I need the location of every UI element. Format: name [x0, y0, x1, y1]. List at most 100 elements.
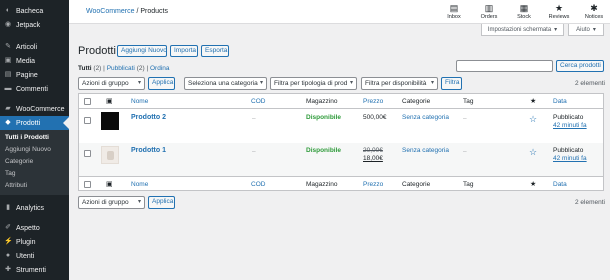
sidebar-item-jetpack[interactable]: ◉ Jetpack	[0, 18, 69, 32]
view-all-link[interactable]: Tutti	[78, 65, 92, 72]
breadcrumb-woocommerce-link[interactable]: WooCommerce	[86, 8, 135, 15]
sidebar-item-commenti[interactable]: ▬ Commenti	[0, 82, 69, 96]
sidebar-item-prodotti[interactable]: ◆ Prodotti	[0, 116, 69, 130]
chevron-down-icon: ▾	[349, 80, 353, 86]
products-icon: ◆	[5, 119, 11, 126]
stock-button[interactable]: ▦ Stock	[512, 3, 536, 20]
product-sku: –	[252, 115, 256, 122]
inbox-icon: ▤	[449, 3, 459, 13]
status-views: Tutti (2) | Pubblicati (2) | Ordina	[78, 65, 169, 72]
submenu-tags[interactable]: Tag	[0, 168, 69, 180]
sidebar-item-aspetto[interactable]: ✐ Aspetto	[0, 221, 69, 235]
dashboard-icon: ◐	[5, 7, 11, 14]
inbox-button[interactable]: ▤ Inbox	[442, 3, 466, 20]
screen-options-button[interactable]: Impostazioni schermata ▾	[481, 24, 564, 36]
sidebar-item-bacheca[interactable]: ◐ Bacheca	[0, 4, 69, 18]
product-thumbnail[interactable]	[101, 112, 119, 130]
notices-button[interactable]: ✱ Notices	[582, 3, 606, 20]
column-date[interactable]: Data	[553, 181, 567, 188]
product-regular-price: 20,00€	[363, 147, 383, 154]
sidebar-item-media[interactable]: ▣ Media	[0, 54, 69, 68]
jetpack-icon: ◉	[4, 21, 12, 28]
apply-bulk-button-bottom[interactable]: Applica	[148, 196, 175, 209]
chevron-down-icon: ▾	[259, 80, 263, 86]
featured-star-icon[interactable]: ☆	[529, 147, 537, 158]
stock-filter-select[interactable]: Filtra per disponibilità ▾	[361, 77, 438, 90]
add-new-button[interactable]: Aggiungi Nuovo	[117, 45, 167, 57]
column-stock: Magazzino	[306, 98, 338, 105]
import-button[interactable]: Importa	[170, 45, 198, 57]
column-price[interactable]: Prezzo	[363, 98, 383, 105]
apply-bulk-button[interactable]: Applica	[148, 77, 175, 90]
column-name[interactable]: Nome	[131, 98, 148, 105]
sidebar-item-label: Articoli	[16, 43, 38, 51]
help-button[interactable]: Aiuto ▾	[568, 24, 604, 36]
select-all-checkbox[interactable]	[84, 98, 91, 105]
help-label: Aiuto	[576, 26, 590, 33]
orders-button[interactable]: ▥ Orders	[477, 3, 501, 20]
column-date[interactable]: Data	[553, 98, 567, 105]
views-separator: |	[146, 65, 149, 72]
sidebar-item-woocommerce[interactable]: ▰ WooCommerce	[0, 102, 69, 116]
orders-icon: ▥	[484, 3, 494, 13]
category-filter-select[interactable]: Seleziona una categoria ▾	[184, 77, 267, 90]
sidebar-item-plugin[interactable]: ⚡ Plugin	[0, 235, 69, 249]
view-all-count: (2)	[93, 65, 102, 72]
product-name-link[interactable]: Prodotto 2	[131, 114, 166, 121]
sidebar-item-strumenti[interactable]: ✚ Strumenti	[0, 263, 69, 277]
column-price[interactable]: Prezzo	[363, 181, 383, 188]
sidebar-item-analytics[interactable]: ▮ Analytics	[0, 201, 69, 215]
breadcrumb: WooCommerce / Products	[86, 8, 168, 15]
date-status: Pubblicato	[553, 114, 584, 121]
featured-column-star-icon: ★	[530, 98, 537, 105]
sidebar-item-pagine[interactable]: ▤ Pagine	[0, 68, 69, 82]
bulk-action-select[interactable]: Azioni di gruppo ▾	[78, 77, 145, 90]
sidebar-item-label: Prodotti	[16, 119, 41, 127]
reviews-label: Reviews	[548, 14, 570, 20]
product-thumbnail[interactable]	[101, 146, 119, 164]
chevron-down-icon: ▾	[137, 199, 141, 205]
product-type-filter-select[interactable]: Filtra per tipologia di prod ▾	[270, 77, 357, 90]
column-name[interactable]: Nome	[131, 181, 148, 188]
products-submenu: Tutti i Prodotti Aggiungi Nuovo Categori…	[0, 130, 69, 195]
filter-button[interactable]: Filtra	[441, 77, 462, 90]
reviews-button[interactable]: ★ Reviews	[547, 3, 571, 20]
view-published-link[interactable]: Pubblicati	[107, 65, 135, 72]
sidebar-item-articoli[interactable]: ✎ Articoli	[0, 40, 69, 54]
thumbnail-figure	[107, 151, 114, 160]
sort-link[interactable]: Ordina	[150, 65, 170, 72]
submenu-add-new[interactable]: Aggiungi Nuovo	[0, 144, 69, 156]
export-button[interactable]: Esporta	[201, 45, 229, 57]
sidebar-item-label: Analytics	[16, 204, 45, 212]
inbox-label: Inbox	[447, 14, 461, 20]
column-sku[interactable]: COD	[251, 98, 265, 105]
bulk-action-value: Azioni di gruppo	[82, 80, 129, 87]
sidebar-item-label: Pagine	[16, 71, 38, 79]
row-checkbox[interactable]	[84, 117, 91, 124]
sidebar-item-utenti[interactable]: ● Utenti	[0, 249, 69, 263]
notices-label: Notices	[584, 14, 604, 20]
column-sku[interactable]: COD	[251, 181, 265, 188]
column-categories: Categorie	[402, 98, 431, 105]
chevron-down-icon: ▾	[554, 27, 558, 33]
items-count-bottom: 2 elementi	[575, 199, 605, 206]
select-all-checkbox[interactable]	[84, 181, 91, 188]
submenu-all-products[interactable]: Tutti i Prodotti	[0, 132, 69, 144]
submenu-categories[interactable]: Categorie	[0, 156, 69, 168]
featured-star-icon[interactable]: ☆	[529, 114, 537, 125]
table-row: Prodotto 2 – Disponibile 500,00€ Senza c…	[79, 109, 603, 143]
sidebar-item-label: WooCommerce	[16, 105, 65, 113]
sidebar-item-label: Bacheca	[16, 7, 44, 15]
column-categories: Categorie	[402, 181, 431, 188]
search-products-button[interactable]: Cerca prodotti	[556, 60, 604, 72]
product-category-link[interactable]: Senza categoria	[402, 114, 449, 121]
search-input[interactable]	[456, 60, 553, 72]
chevron-down-icon: ▾	[592, 27, 596, 33]
submenu-attributes[interactable]: Attributi	[0, 180, 69, 192]
row-checkbox[interactable]	[84, 150, 91, 157]
view-published-count: (2)	[136, 65, 145, 72]
product-name-link[interactable]: Prodotto 1	[131, 147, 166, 154]
product-tag: –	[463, 148, 467, 155]
product-category-link[interactable]: Senza categoria	[402, 147, 449, 154]
bulk-action-select-bottom[interactable]: Azioni di gruppo ▾	[78, 196, 145, 209]
